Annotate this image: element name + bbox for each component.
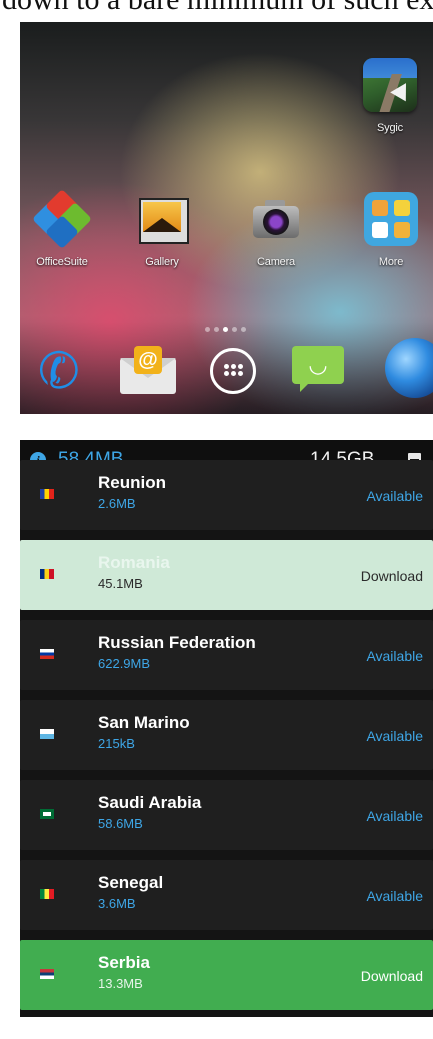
country-name: Reunion xyxy=(98,473,166,492)
cropped-caption-text: down to a bare minimum of such extrans. xyxy=(0,0,433,22)
sygic-icon xyxy=(363,58,417,112)
country-row-russian-federation[interactable]: Russian Federation 622.9MB Available xyxy=(20,620,433,690)
app-camera[interactable]: Camera xyxy=(234,192,318,268)
country-name: Russian Federation xyxy=(98,633,256,652)
app-officesuite[interactable]: OfficeSuite xyxy=(20,189,104,268)
country-size: 215kB xyxy=(98,736,135,751)
country-size: 2.6MB xyxy=(98,496,136,511)
messaging-icon[interactable]: ◡ xyxy=(292,344,344,392)
country-row-romania[interactable]: Romania 45.1MB Download xyxy=(20,540,433,610)
email-icon[interactable]: @ xyxy=(120,344,176,396)
app-label: Camera xyxy=(257,256,295,268)
app-label: OfficeSuite xyxy=(36,256,88,268)
flag-icon xyxy=(40,729,54,739)
download-button[interactable]: Download xyxy=(361,968,423,984)
app-drawer-icon[interactable] xyxy=(210,348,256,394)
country-name: Serbia xyxy=(98,953,150,972)
app-sygic[interactable]: Sygic xyxy=(348,58,432,134)
folder-icon xyxy=(364,192,418,246)
app-label: Sygic xyxy=(377,122,403,134)
app-gallery[interactable]: Gallery xyxy=(120,192,204,268)
home-screen: Sygic OfficeSuite Gallery Camera More ✆ … xyxy=(20,22,433,414)
country-size: 3.6MB xyxy=(98,896,136,911)
app-folder-more[interactable]: More xyxy=(349,192,433,268)
officesuite-icon xyxy=(32,189,92,249)
country-status[interactable]: Available xyxy=(366,808,423,824)
gallery-icon xyxy=(135,192,189,246)
country-name: San Marino xyxy=(98,713,190,732)
camera-icon xyxy=(249,192,303,246)
phone-icon[interactable]: ✆ xyxy=(34,340,90,402)
country-row-reunion[interactable]: Reunion 2.6MB Available xyxy=(20,460,433,530)
country-status[interactable]: Available xyxy=(366,648,423,664)
flag-icon xyxy=(40,809,54,819)
app-label: More xyxy=(378,256,404,268)
country-name: Saudi Arabia xyxy=(98,793,202,812)
map-download-screen: i 58.4MB 14.5GB Reunion 2.6MB Available … xyxy=(20,440,433,1017)
country-size: 622.9MB xyxy=(98,656,151,671)
country-size: 45.1MB xyxy=(98,576,143,591)
country-row-saudi-arabia[interactable]: Saudi Arabia 58.6MB Available xyxy=(20,780,433,850)
country-size: 58.6MB xyxy=(98,816,143,831)
download-button[interactable]: Download xyxy=(361,568,423,584)
flag-icon xyxy=(40,889,54,899)
flag-icon xyxy=(40,649,54,659)
country-status[interactable]: Available xyxy=(366,728,423,744)
flag-icon xyxy=(40,569,54,579)
flag-icon xyxy=(40,489,54,499)
country-row-san-marino[interactable]: San Marino 215kB Available xyxy=(20,700,433,770)
country-name: Romania xyxy=(98,553,170,572)
page-indicator xyxy=(203,319,253,332)
country-status[interactable]: Available xyxy=(366,488,423,504)
country-size: 13.3MB xyxy=(98,976,143,991)
country-status[interactable]: Available xyxy=(366,888,423,904)
flag-icon xyxy=(40,969,54,979)
country-name: Senegal xyxy=(98,873,164,892)
app-label: Gallery xyxy=(145,256,179,268)
country-row-senegal[interactable]: Senegal 3.6MB Available xyxy=(20,860,433,930)
country-row-serbia[interactable]: Serbia 13.3MB Download xyxy=(20,940,433,1010)
